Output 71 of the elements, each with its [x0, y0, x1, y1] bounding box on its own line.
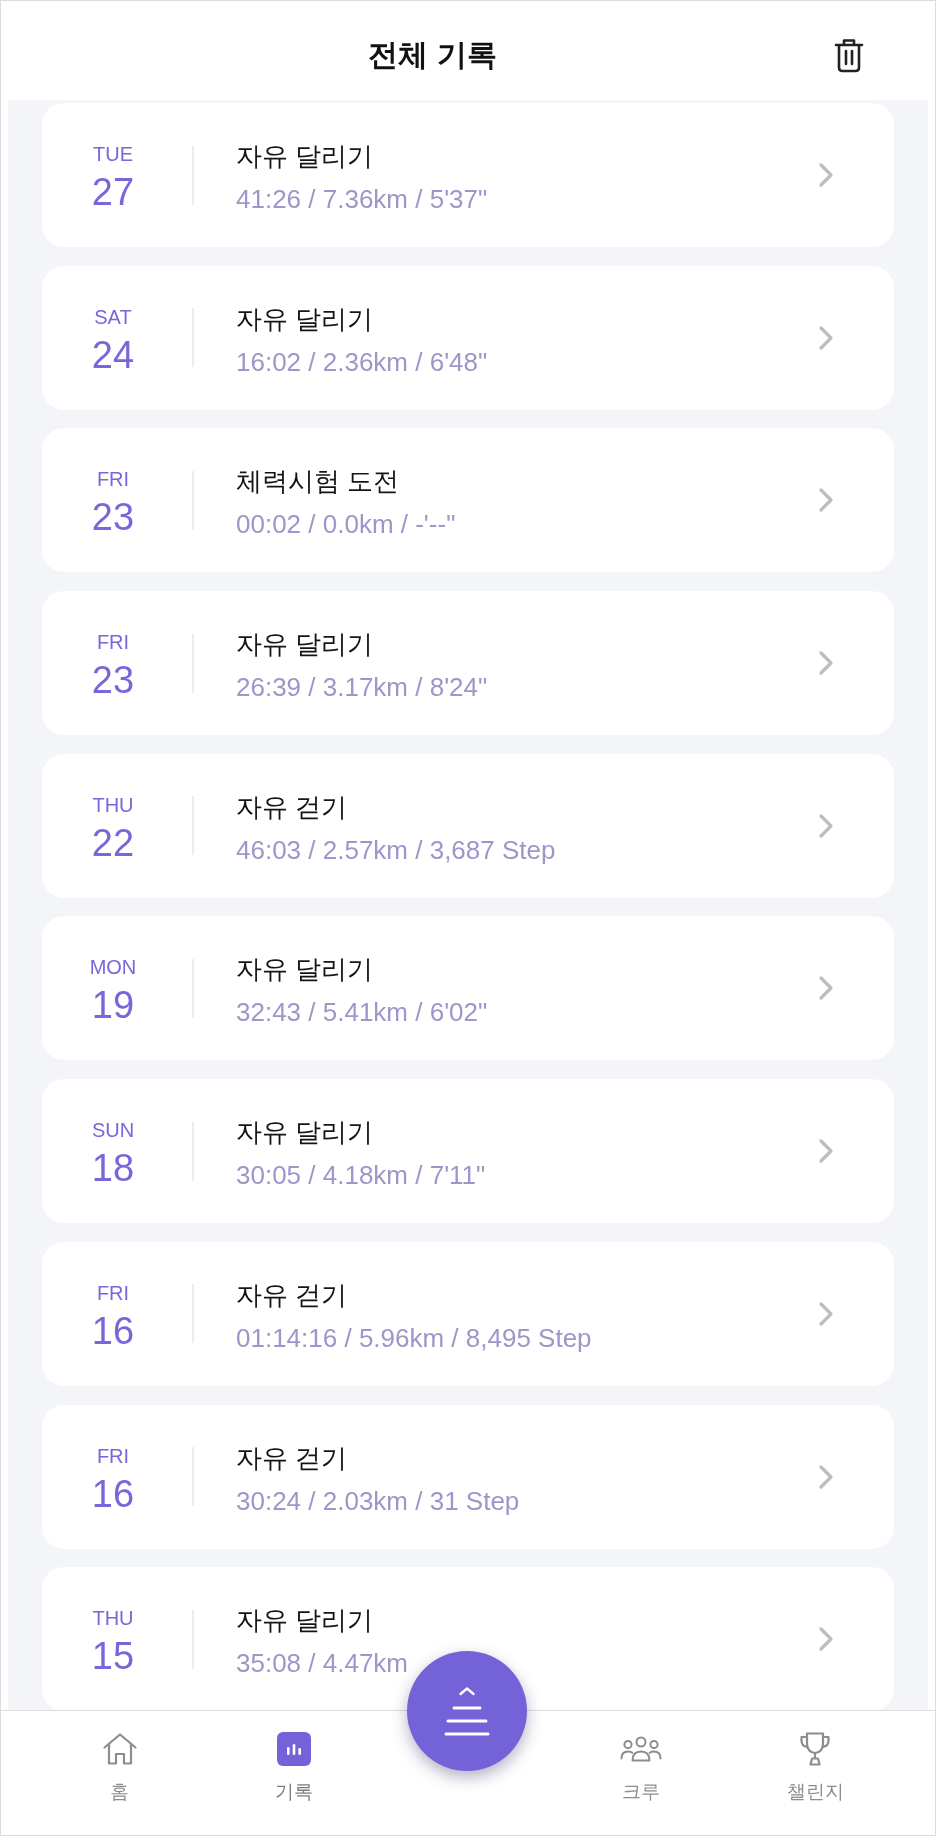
weekday-label: FRI: [96, 467, 130, 492]
weekday-label: THU: [92, 1606, 134, 1631]
nav-tab[interactable]: 기록: [274, 1711, 313, 1805]
record-card[interactable]: FRI 16 자유 걷기 01:14:16 / 5.96km / 8,495 Step: [42, 1241, 894, 1386]
weekday-label: SUN: [91, 1118, 135, 1143]
weekday-label: TUE: [93, 142, 133, 166]
weekday-label: FRI: [96, 630, 130, 655]
record-card[interactable]: MON 19 자유 달리기 32:43 / 5.41km / 6'02": [42, 916, 894, 1061]
record-title: 자유 달리기: [236, 302, 374, 336]
record-card[interactable]: TUE 27 자유 달리기 41:26 / 7.36km / 5'37": [42, 103, 894, 247]
day-number: 16: [91, 1308, 135, 1353]
chevron-icon: [818, 1463, 834, 1490]
record-stats: 35:08 / 4.47km: [236, 1647, 408, 1681]
record-title: 자유 달리기: [236, 628, 374, 662]
record-stats: 01:14:16 / 5.96km / 8,495 Step: [236, 1321, 592, 1355]
day-number: 27: [91, 170, 135, 214]
trash-icon: [834, 36, 864, 73]
record-card[interactable]: SAT 24 자유 달리기 16:02 / 2.36km / 6'48": [42, 265, 894, 410]
chevron-icon: [818, 487, 834, 514]
chevron-icon: [818, 324, 834, 351]
record-stats: 26:39 / 3.17km / 8'24": [236, 671, 488, 705]
chevron-icon: [818, 975, 834, 1002]
record-card[interactable]: FRI 23 체력시험 도전 00:02 / 0.0km / -'--": [42, 428, 894, 573]
record-title: 자유 걷기: [236, 1278, 348, 1312]
home-icon: [101, 1732, 138, 1766]
menu-icon: [444, 1704, 491, 1737]
weekday-label: SAT: [94, 304, 132, 329]
page-title: 전체 기록: [368, 36, 497, 73]
day-number: 24: [91, 332, 135, 377]
record-stats: 16:02 / 2.36km / 6'48": [236, 345, 488, 379]
bar-chart-icon: [276, 1732, 311, 1766]
day-number: 23: [91, 495, 135, 540]
caret-icon: [458, 1685, 477, 1696]
menu-button[interactable]: [407, 1651, 528, 1771]
people-icon: [620, 1736, 663, 1762]
record-stats: 00:02 / 0.0km / -'--": [236, 508, 456, 542]
record-stats: 30:05 / 4.18km / 7'11": [236, 1159, 486, 1193]
record-card[interactable]: THU 15 자유 달리기 35:08 / 4.47km: [42, 1567, 894, 1710]
chevron-icon: [818, 1626, 834, 1653]
chevron-icon: [818, 162, 834, 188]
record-title: 자유 달리기: [236, 1604, 374, 1638]
record-title: 자유 걷기: [236, 1441, 348, 1475]
delete-button[interactable]: [834, 36, 864, 73]
day-number: 15: [91, 1634, 135, 1679]
day-number: 23: [91, 658, 135, 703]
record-title: 자유 걷기: [236, 790, 348, 824]
day-number: 22: [91, 820, 135, 865]
chevron-icon: [818, 812, 834, 839]
record-card[interactable]: FRI 23 자유 달리기 26:39 / 3.17km / 8'24": [42, 591, 894, 736]
record-card[interactable]: SUN 18 자유 달리기 30:05 / 4.18km / 7'11": [42, 1079, 894, 1224]
weekday-label: FRI: [96, 1443, 130, 1468]
record-title: 자유 달리기: [236, 1116, 374, 1150]
chevron-icon: [818, 650, 834, 677]
record-title: 자유 달리기: [236, 953, 374, 987]
weekday-label: THU: [92, 792, 134, 817]
record-title: 자유 달리기: [236, 140, 374, 173]
record-stats: 30:24 / 2.03km / 31 Step: [236, 1484, 520, 1518]
trophy-icon: [798, 1731, 833, 1767]
record-card[interactable]: FRI 16 자유 걷기 30:24 / 2.03km / 31 Step: [42, 1404, 894, 1549]
weekday-label: MON: [89, 955, 137, 980]
record-stats: 41:26 / 7.36km / 5'37": [236, 183, 488, 216]
record-title: 체력시험 도전: [236, 465, 400, 499]
day-number: 19: [91, 983, 135, 1028]
record-stats: 46:03 / 2.57km / 3,687 Step: [236, 833, 556, 867]
record-stats: 32:43 / 5.41km / 6'02": [236, 996, 488, 1030]
day-number: 18: [91, 1146, 135, 1191]
day-number: 16: [91, 1471, 135, 1516]
record-card[interactable]: THU 22 자유 걷기 46:03 / 2.57km / 3,687 Step: [42, 753, 894, 898]
chevron-icon: [818, 1300, 834, 1327]
weekday-label: FRI: [96, 1280, 130, 1305]
chevron-icon: [818, 1138, 834, 1165]
